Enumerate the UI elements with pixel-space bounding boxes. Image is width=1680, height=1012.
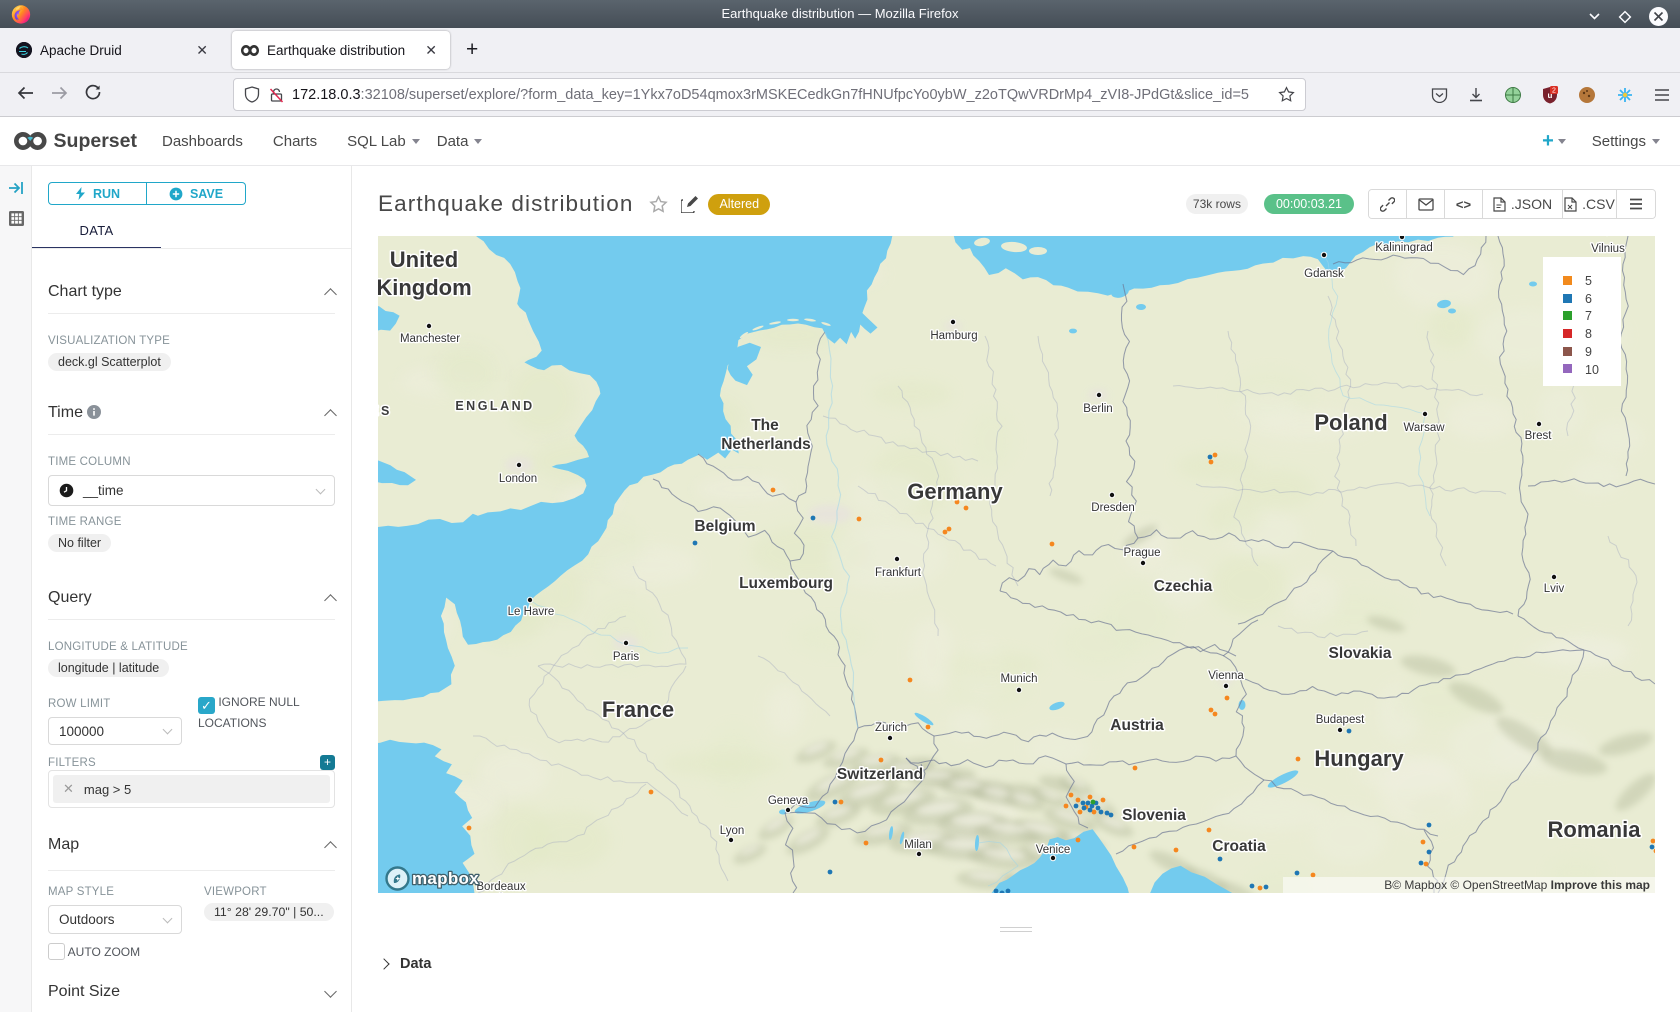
svg-text:France: France xyxy=(602,697,674,722)
svg-text:Lviv: Lviv xyxy=(1544,583,1565,595)
svg-text:Netherlands: Netherlands xyxy=(721,436,811,453)
svg-text:ES: ES xyxy=(378,404,392,418)
svg-text:Warsaw: Warsaw xyxy=(1403,422,1445,434)
svg-text:Brest: Brest xyxy=(1525,430,1553,442)
svg-text:Venice: Venice xyxy=(1036,844,1071,856)
svg-text:Vilnius: Vilnius xyxy=(1591,243,1625,255)
svg-text:ENGLAND: ENGLAND xyxy=(455,399,534,413)
svg-text:Austria: Austria xyxy=(1110,717,1164,734)
svg-text:London: London xyxy=(499,473,537,485)
svg-text:Paris: Paris xyxy=(613,651,639,663)
svg-text:Hungary: Hungary xyxy=(1314,746,1404,771)
svg-text:Belgium: Belgium xyxy=(694,518,755,535)
svg-text:Bordeaux: Bordeaux xyxy=(476,881,525,893)
svg-text:Germany: Germany xyxy=(907,479,1003,504)
svg-text:Slovenia: Slovenia xyxy=(1122,807,1186,824)
svg-text:Prague: Prague xyxy=(1123,547,1160,559)
svg-text:8: 8 xyxy=(1585,327,1592,341)
svg-text:6: 6 xyxy=(1585,292,1592,306)
svg-text:The: The xyxy=(751,417,779,434)
svg-text:Poland: Poland xyxy=(1314,410,1387,435)
svg-text:5: 5 xyxy=(1585,274,1592,288)
svg-text:Dresden: Dresden xyxy=(1091,502,1134,514)
svg-text:Zurich: Zurich xyxy=(875,722,907,734)
svg-text:Budapest: Budapest xyxy=(1316,714,1365,726)
svg-text:Hamburg: Hamburg xyxy=(930,330,977,342)
svg-text:Frankfurt: Frankfurt xyxy=(875,567,922,579)
svg-text:Czechia: Czechia xyxy=(1154,578,1213,595)
svg-text:10: 10 xyxy=(1585,363,1599,377)
svg-text:Milan: Milan xyxy=(904,839,931,851)
svg-text:Switzerland: Switzerland xyxy=(837,766,923,783)
svg-text:Vienna: Vienna xyxy=(1208,670,1244,682)
svg-text:Lyon: Lyon xyxy=(720,825,745,837)
svg-text:B© Mapbox © OpenStreetMap Impr: B© Mapbox © OpenStreetMap Improve this m… xyxy=(1384,878,1650,892)
svg-text:Kaliningrad: Kaliningrad xyxy=(1375,242,1433,254)
svg-text:9: 9 xyxy=(1585,345,1592,359)
svg-text:7: 7 xyxy=(1585,309,1592,323)
svg-text:Luxembourg: Luxembourg xyxy=(739,575,833,592)
svg-text:2: 2 xyxy=(1552,87,1556,94)
svg-text:Croatia: Croatia xyxy=(1212,838,1266,855)
svg-text:United: United xyxy=(390,247,458,272)
svg-text:Geneva: Geneva xyxy=(768,795,809,807)
svg-text:Berlin: Berlin xyxy=(1083,403,1112,415)
svg-text:Kingdom: Kingdom xyxy=(378,275,472,300)
svg-text:Gdansk: Gdansk xyxy=(1304,268,1344,280)
svg-text:Le Havre: Le Havre xyxy=(508,606,555,618)
svg-text:mapbox: mapbox xyxy=(412,869,479,888)
svg-text:Manchester: Manchester xyxy=(400,333,460,345)
svg-text:Munich: Munich xyxy=(1000,673,1037,685)
svg-text:Romania: Romania xyxy=(1548,817,1642,842)
svg-text:Slovakia: Slovakia xyxy=(1329,645,1392,662)
